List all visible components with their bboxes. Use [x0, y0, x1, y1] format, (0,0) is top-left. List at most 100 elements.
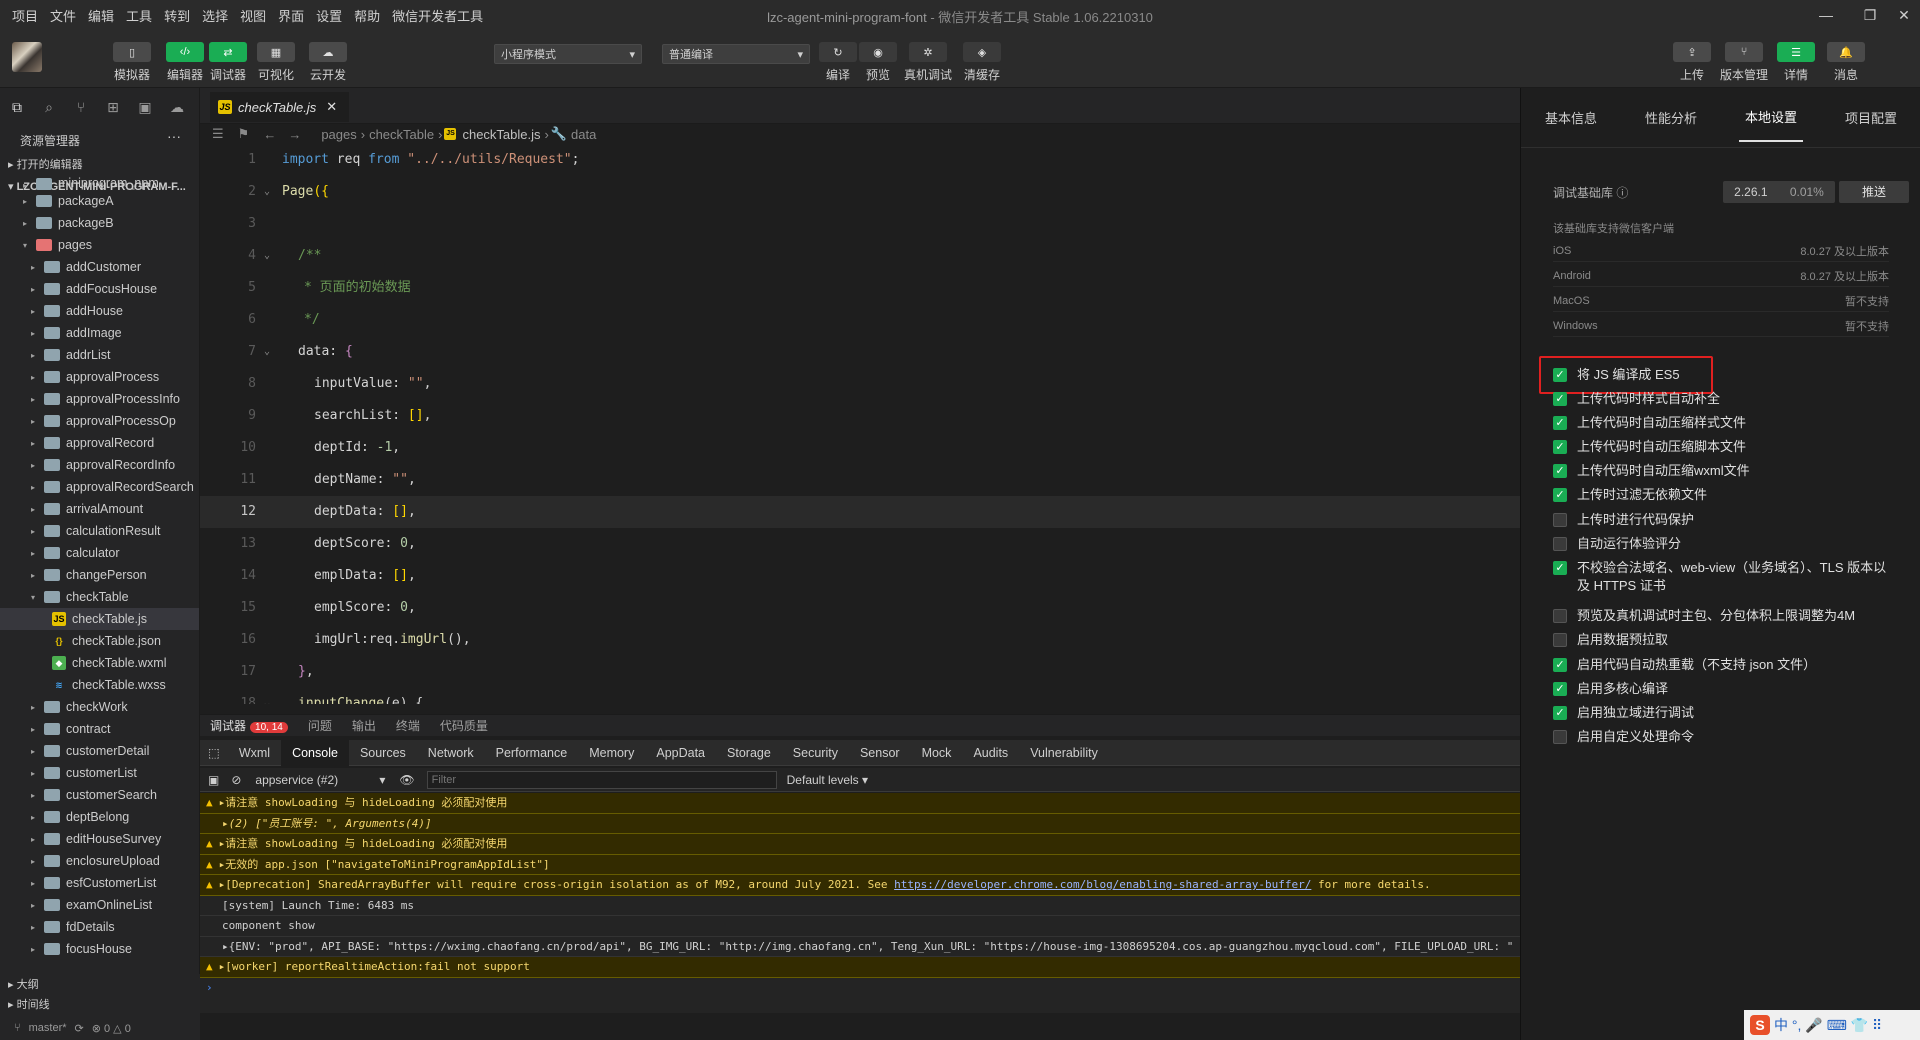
- devtools-tab[interactable]: Audits: [962, 740, 1019, 766]
- console-line[interactable]: ▲ ▸请注意 showLoading 与 hideLoading 必须配对使用: [200, 834, 1520, 855]
- details-tab[interactable]: 本地设置: [1738, 93, 1803, 142]
- list-icon[interactable]: ☰: [212, 126, 224, 142]
- tree-folder[interactable]: ▾ checkTable: [0, 586, 199, 608]
- levels-select[interactable]: Default levels ▾: [787, 773, 868, 787]
- tree-folder[interactable]: ▸ changePerson: [0, 564, 199, 586]
- checkbox-checked-icon[interactable]: ✓: [1553, 658, 1567, 672]
- cloud-button[interactable]: ☁ 云开发: [308, 42, 348, 83]
- sidebar-toggle-icon[interactable]: ▣: [208, 773, 219, 787]
- push-button[interactable]: 推送: [1839, 181, 1909, 203]
- fold-icon[interactable]: ⌄: [264, 240, 270, 272]
- tree-folder[interactable]: ▸ packageB: [0, 212, 199, 234]
- menu-item[interactable]: 编辑: [82, 6, 120, 25]
- problems-count[interactable]: ⊗ 0 △ 0: [92, 1022, 131, 1035]
- clear-cache-button[interactable]: ◈ 清缓存: [958, 42, 1006, 83]
- tree-folder[interactable]: ▸ customerList: [0, 762, 199, 784]
- devtools-tab[interactable]: Mock: [911, 740, 963, 766]
- tree-folder[interactable]: ▸ enclosureUpload: [0, 850, 199, 872]
- tree-folder[interactable]: ▸ miniprogram_npm: [0, 176, 199, 190]
- code-editor[interactable]: 1 import req from "../../utils/Request"; …: [200, 144, 1520, 704]
- console-line[interactable]: ▸{ENV: "prod", API_BASE: "https://wximg.…: [200, 937, 1520, 957]
- tree-folder[interactable]: ▸ customerDetail: [0, 740, 199, 762]
- mode-select[interactable]: 小程序模式 ▾: [494, 44, 642, 64]
- checkbox-checked-icon[interactable]: ✓: [1553, 392, 1567, 406]
- setting-checkbox[interactable]: ✓ 启用多核心编译: [1553, 680, 1893, 698]
- debugger-button[interactable]: ⇄ 调试器: [208, 42, 248, 83]
- tree-folder[interactable]: ▸ addFocusHouse: [0, 278, 199, 300]
- console-line[interactable]: ›: [200, 978, 1520, 999]
- menu-item[interactable]: 帮助: [348, 6, 386, 25]
- devtools-tab[interactable]: Security: [782, 740, 849, 766]
- setting-checkbox[interactable]: ✓ 上传代码时样式自动补全: [1553, 390, 1893, 408]
- tree-folder[interactable]: ▸ contract: [0, 718, 199, 740]
- checkbox-checked-icon[interactable]: ✓: [1553, 561, 1567, 575]
- tree-folder[interactable]: ▸ deptBelong: [0, 806, 199, 828]
- fold-icon[interactable]: ⌄: [264, 688, 270, 704]
- debug-tab[interactable]: 输出: [342, 717, 386, 734]
- outline-section[interactable]: ▸ 大纲: [0, 974, 200, 996]
- compile-select[interactable]: 普通编译 ▾: [662, 44, 810, 64]
- tree-folder[interactable]: ▸ esfCustomerList: [0, 872, 199, 894]
- sync-icon[interactable]: ⟳: [75, 1022, 84, 1035]
- details-tab[interactable]: 基本信息: [1539, 94, 1603, 141]
- context-select[interactable]: appservice (#2) ▾: [255, 773, 385, 787]
- open-editors-section[interactable]: ▸ 打开的编辑器: [0, 154, 199, 176]
- source-control-icon[interactable]: ⑂: [72, 98, 90, 116]
- preview-button[interactable]: ◉ 预览: [854, 42, 902, 83]
- devtools-tab[interactable]: Storage: [716, 740, 782, 766]
- setting-checkbox[interactable]: ✓ 启用独立域进行调试: [1553, 704, 1893, 722]
- tree-folder[interactable]: ▸ customerSearch: [0, 784, 199, 806]
- setting-checkbox[interactable]: ✓ 启用代码自动热重载（不支持 json 文件）: [1553, 656, 1893, 674]
- tree-folder[interactable]: ▸ approvalProcess: [0, 366, 199, 388]
- simulator-button[interactable]: ▯ 模拟器: [112, 42, 152, 83]
- tree-folder[interactable]: ▸ approvalRecordSearch: [0, 476, 199, 498]
- debug-icon[interactable]: ▣: [136, 98, 154, 116]
- tree-folder[interactable]: ▸ examOnlineList: [0, 894, 199, 916]
- setting-checkbox[interactable]: ✓ 将 JS 编译成 ES5: [1553, 366, 1893, 384]
- checkbox-empty-icon[interactable]: [1553, 537, 1567, 551]
- branch-label[interactable]: master*: [29, 1022, 67, 1034]
- tree-folder[interactable]: ▸ arrivalAmount: [0, 498, 199, 520]
- editor-button[interactable]: ‹/› 编辑器: [165, 42, 205, 83]
- clear-console-icon[interactable]: ⊘: [231, 773, 241, 787]
- checkbox-checked-icon[interactable]: ✓: [1553, 440, 1567, 454]
- tree-folder[interactable]: ▸ focusHouse: [0, 938, 199, 960]
- checkbox-empty-icon[interactable]: [1553, 633, 1567, 647]
- devtools-tab[interactable]: Sensor: [849, 740, 911, 766]
- tree-folder[interactable]: ▸ editHouseSurvey: [0, 828, 199, 850]
- tree-folder[interactable]: ▸ addImage: [0, 322, 199, 344]
- details-tab[interactable]: 项目配置: [1839, 94, 1903, 141]
- close-icon[interactable]: ✕: [326, 99, 337, 115]
- avatar[interactable]: [12, 42, 42, 72]
- setting-checkbox[interactable]: ✓ 上传代码时自动压缩脚本文件: [1553, 438, 1893, 456]
- menu-item[interactable]: 选择: [196, 6, 234, 25]
- fold-icon[interactable]: ⌄: [264, 336, 270, 368]
- devtools-tab[interactable]: Sources: [349, 740, 417, 766]
- devtools-tab[interactable]: Network: [417, 740, 485, 766]
- breadcrumb-item[interactable]: pages: [321, 127, 356, 142]
- close-window-button[interactable]: ✕: [1882, 3, 1920, 27]
- breadcrumb-item[interactable]: data: [571, 127, 596, 142]
- menu-item[interactable]: 工具: [120, 6, 158, 25]
- extensions-icon[interactable]: ⊞: [104, 98, 122, 116]
- menu-item[interactable]: 视图: [234, 6, 272, 25]
- setting-checkbox[interactable]: 上传时进行代码保护: [1553, 511, 1893, 529]
- tree-folder[interactable]: ▸ approvalRecordInfo: [0, 454, 199, 476]
- menu-item[interactable]: 界面: [272, 6, 310, 25]
- editor-tab-checktable-js[interactable]: JS checkTable.js ✕: [210, 92, 350, 122]
- menu-item[interactable]: 文件: [44, 6, 82, 25]
- console-filter-input[interactable]: [426, 770, 777, 789]
- devtools-tab[interactable]: AppData: [645, 740, 716, 766]
- devtools-tab[interactable]: Console: [281, 739, 349, 766]
- devtools-tab[interactable]: Wxml: [228, 740, 281, 766]
- timeline-section[interactable]: ▸ 时间线: [0, 994, 200, 1016]
- fold-icon[interactable]: ⌄: [264, 176, 270, 208]
- version-button[interactable]: ⑂ 版本管理: [1720, 42, 1768, 83]
- details-tab[interactable]: 性能分析: [1639, 94, 1703, 141]
- checkbox-checked-icon[interactable]: ✓: [1553, 682, 1567, 696]
- checkbox-checked-icon[interactable]: ✓: [1553, 368, 1567, 382]
- devtools-tab[interactable]: Performance: [485, 740, 579, 766]
- back-arrow-icon[interactable]: ←: [263, 127, 276, 142]
- menu-item[interactable]: 项目: [0, 6, 44, 25]
- setting-checkbox[interactable]: 启用数据预拉取: [1553, 631, 1893, 649]
